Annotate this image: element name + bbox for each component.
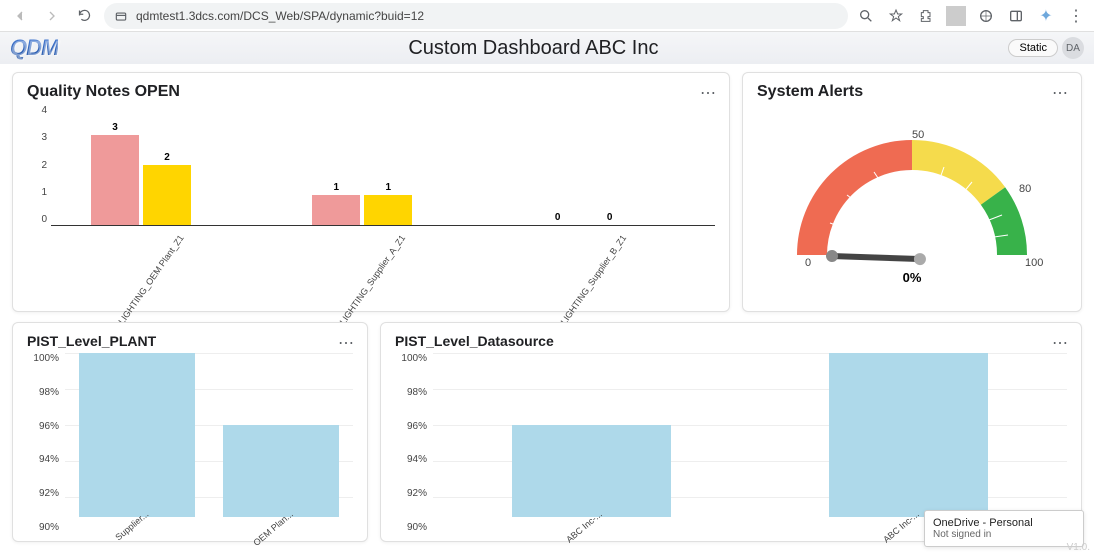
reload-button[interactable]: [72, 4, 96, 28]
axis-tick: 94%: [27, 454, 59, 465]
forward-button[interactable]: [40, 4, 64, 28]
gauge-value: 0%: [757, 270, 1067, 285]
axis-tick: 96%: [395, 421, 427, 432]
axis-tick: 94%: [395, 454, 427, 465]
bar-value: 0: [534, 212, 582, 223]
card-menu-icon[interactable]: ⋯: [1052, 83, 1069, 103]
bar-value: 2: [143, 152, 191, 163]
bar-value: 1: [312, 182, 360, 193]
onedrive-toast[interactable]: OneDrive - Personal Not signed in: [924, 510, 1084, 547]
axis-tick: 90%: [27, 522, 59, 533]
app-icon[interactable]: ✦: [1036, 6, 1056, 26]
bookmark-icon[interactable]: [886, 6, 906, 26]
card-title: PIST_Level_PLANT: [27, 333, 353, 349]
user-avatar[interactable]: DA: [1062, 37, 1084, 59]
axis-tick: 98%: [395, 387, 427, 398]
card-menu-icon[interactable]: ⋯: [338, 333, 355, 353]
card-title: PIST_Level_Datasource: [395, 333, 1067, 349]
axis-tick: 4: [27, 105, 47, 116]
axis-tick: 1: [27, 187, 47, 198]
browser-toolbar: qdmtest1.3dcs.com/DCS_Web/SPA/dynamic?bu…: [0, 0, 1094, 32]
version-label: V1.0.: [1067, 542, 1090, 553]
address-text: qdmtest1.3dcs.com/DCS_Web/SPA/dynamic?bu…: [136, 9, 424, 23]
pist-ds-chart: 100% 98% 96% 94% 92% 90% ABC Inc-...: [395, 353, 1067, 533]
gauge-tick: 100: [1025, 257, 1043, 269]
back-button[interactable]: [8, 4, 32, 28]
screenshot-icon[interactable]: [976, 6, 996, 26]
category-label: LIGHTING_Supplier_A_Z1: [337, 233, 407, 326]
card-menu-icon[interactable]: ⋯: [700, 83, 717, 103]
zoom-icon[interactable]: [856, 6, 876, 26]
toast-subtitle: Not signed in: [933, 529, 1075, 540]
axis-tick: 100%: [395, 353, 427, 364]
app-header: QDM Custom Dashboard ABC Inc Static DA: [0, 32, 1094, 64]
quality-notes-chart: 4 3 2 1 0 3 2 LIGHTING_OEM Plant_Z1: [27, 105, 715, 305]
axis-tick: 90%: [395, 522, 427, 533]
gauge-tick: 80: [1019, 183, 1031, 195]
extensions-icon[interactable]: [916, 6, 936, 26]
app-logo: QDM: [10, 35, 58, 61]
axis-tick: 92%: [395, 488, 427, 499]
card-title: System Alerts: [757, 83, 1067, 101]
card-quality-notes: Quality Notes OPEN ⋯ 4 3 2 1 0 3: [12, 72, 730, 312]
card-menu-icon[interactable]: ⋯: [1052, 333, 1069, 353]
card-system-alerts: System Alerts ⋯ 0 50 80 100: [742, 72, 1082, 312]
bar-value: 0: [586, 212, 634, 223]
toast-title: OneDrive - Personal: [933, 517, 1075, 529]
card-pist-plant: PIST_Level_PLANT ⋯ 100% 98% 96% 94% 92% …: [12, 322, 368, 542]
card-title: Quality Notes OPEN: [27, 83, 715, 101]
bar-value: 3: [91, 122, 139, 133]
category-label: LIGHTING_OEM Plant_Z1: [116, 233, 185, 326]
axis-tick: 0: [27, 214, 47, 225]
gauge-tick: 0: [805, 257, 811, 269]
axis-tick: 3: [27, 132, 47, 143]
card-pist-datasource: PIST_Level_Datasource ⋯ 100% 98% 96% 94%…: [380, 322, 1082, 542]
address-bar[interactable]: qdmtest1.3dcs.com/DCS_Web/SPA/dynamic?bu…: [104, 3, 848, 29]
toolbar-divider: [946, 6, 966, 26]
axis-tick: 92%: [27, 488, 59, 499]
page-title: Custom Dashboard ABC Inc: [58, 37, 1008, 60]
pist-plant-chart: 100% 98% 96% 94% 92% 90% Supplier...: [27, 353, 353, 533]
axis-tick: 96%: [27, 421, 59, 432]
static-mode-button[interactable]: Static: [1008, 39, 1058, 57]
bar-value: 1: [364, 182, 412, 193]
axis-tick: 100%: [27, 353, 59, 364]
axis-tick: 98%: [27, 387, 59, 398]
system-alerts-gauge: 0 50 80 100 0%: [757, 105, 1067, 295]
kebab-menu-icon[interactable]: ⋮: [1066, 6, 1086, 26]
gauge-tick: 50: [912, 129, 924, 141]
site-info-icon: [114, 9, 128, 23]
category-label: LIGHTING_Supplier_B_Z1: [559, 233, 629, 326]
sidepanel-icon[interactable]: [1006, 6, 1026, 26]
axis-tick: 2: [27, 160, 47, 171]
